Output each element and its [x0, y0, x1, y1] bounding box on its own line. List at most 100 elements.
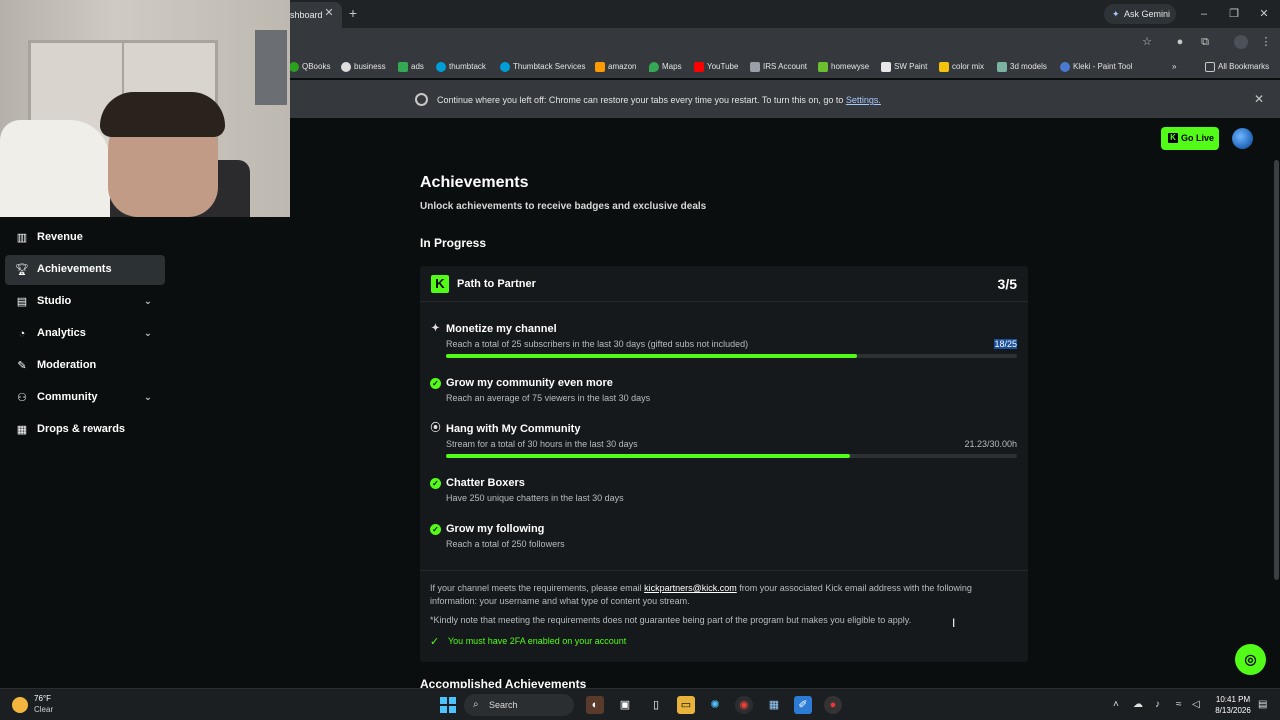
gemini-icon: ✦ [1112, 9, 1120, 19]
tray-overflow-icon[interactable]: ˄ [1113, 699, 1119, 710]
system-clock[interactable]: 10:41 PM 8/13/2026 [1213, 694, 1253, 716]
menu-icon[interactable]: ⋮ [1259, 35, 1273, 49]
settings-link[interactable]: Settings. [846, 95, 881, 105]
go-live-button[interactable]: K Go Live [1161, 127, 1219, 150]
file-explorer-icon[interactable]: ▭ [677, 696, 695, 714]
task-description: Have 250 unique chatters in the last 30 … [446, 493, 624, 503]
clock-date: 8/13/2026 [1215, 706, 1251, 715]
wrench-icon: ✎ [17, 360, 27, 372]
paint-app-icon[interactable]: ✐ [794, 696, 812, 714]
restore-icon[interactable]: ❐ [1226, 6, 1242, 22]
bookmark-favicon-icon [939, 62, 949, 72]
bookmark-item[interactable]: business [341, 61, 386, 75]
support-chat-button[interactable]: ◎ [1235, 644, 1266, 675]
profile-avatar[interactable] [1234, 35, 1248, 49]
bookmark-item[interactable]: thumbtack [436, 61, 486, 75]
puzzle-icon[interactable]: ⧉ [1198, 35, 1212, 49]
webcam-poster [255, 30, 287, 105]
partner-email-link[interactable]: kickpartners@kick.com [644, 583, 737, 593]
start-menu-icon[interactable] [440, 697, 456, 713]
wifi-icon[interactable]: ≈ [1176, 699, 1182, 710]
card-title: Path to Partner [457, 278, 536, 290]
sidebar-item-revenue[interactable]: ▥ Revenue [5, 223, 165, 253]
bookmark-favicon-icon [750, 62, 760, 72]
check-icon: ✓ [430, 636, 440, 648]
taskbar-search[interactable]: ⌕ Search [464, 694, 574, 716]
broadcast-icon: ⦿ [430, 423, 441, 434]
sidebar-item-drops-rewards[interactable]: ▦ Drops & rewards [5, 415, 165, 445]
bookmark-label: SW Paint [894, 62, 928, 71]
path-to-partner-card: K Path to Partner 3/5 ✦ Monetize my chan… [420, 266, 1028, 662]
bookmark-item[interactable]: IRS Account [750, 61, 807, 75]
calculator-icon[interactable]: ▦ [765, 696, 783, 714]
sidebar-item-label: Community [37, 391, 98, 403]
bookmark-label: ads [411, 62, 424, 71]
folder-icon [1205, 62, 1215, 72]
volume-icon[interactable]: ◁ [1192, 699, 1200, 710]
search-label: Search [489, 700, 518, 710]
sidebar-item-analytics[interactable]: ◔ Analytics ⌄ [5, 319, 165, 349]
widget-icon[interactable]: ◐ [586, 696, 604, 714]
all-bookmarks[interactable]: All Bookmarks [1205, 61, 1269, 75]
bookmark-item[interactable]: amazon [595, 61, 636, 75]
bookmark-label: QBooks [302, 62, 331, 71]
minimize-icon[interactable]: – [1196, 6, 1212, 22]
task-description: Reach a total of 250 followers [446, 539, 565, 549]
kick-icon: K [1168, 133, 1178, 143]
bookmark-item[interactable]: ads [398, 61, 424, 75]
sidebar-item-achievements[interactable]: 🏆︎ Achievements [5, 255, 165, 285]
bookmark-star-icon[interactable]: ☆ [1140, 35, 1154, 49]
bookmark-item[interactable]: color mix [939, 61, 984, 75]
sidebar-item-moderation[interactable]: ✎ Moderation [5, 351, 165, 381]
kick-logo-icon: K [431, 275, 449, 293]
trophy-icon: 🏆︎ [15, 264, 29, 276]
webcam-bed [0, 120, 110, 217]
extension-icon[interactable]: ● [1173, 35, 1187, 49]
progress-track [446, 454, 1017, 458]
infobar-close-icon[interactable]: ✕ [1252, 92, 1266, 106]
search-icon: ⌕ [473, 699, 479, 710]
avatar[interactable] [1232, 128, 1253, 149]
bookmark-item[interactable]: QBooks [289, 61, 330, 75]
bookmark-label: amazon [608, 62, 637, 71]
chart-icon: ▥ [16, 232, 28, 244]
infobar-message: Continue where you left off: Chrome can … [437, 95, 881, 105]
app-icon[interactable]: ✺ [706, 696, 724, 714]
bookmark-item[interactable]: Maps [649, 61, 682, 75]
task-view-icon[interactable]: ▣ [616, 696, 634, 714]
bookmark-item[interactable]: homewyse [818, 61, 869, 75]
bookmarks-overflow-icon[interactable]: » [1172, 61, 1176, 75]
tab-close-icon[interactable]: ✕ [322, 6, 336, 20]
bookmark-item[interactable]: YouTube [694, 61, 738, 75]
chrome-icon [415, 93, 428, 106]
ask-gemini-button[interactable]: ✦ Ask Gemini [1104, 4, 1176, 24]
sidebar-item-community[interactable]: ⚇ Community ⌄ [5, 383, 165, 413]
sidebar-item-label: Achievements [37, 263, 112, 275]
weather-moon-icon[interactable] [12, 697, 28, 713]
bookmark-favicon-icon [289, 62, 299, 72]
bookmark-item[interactable]: SW Paint [881, 61, 927, 75]
sidebar-item-label: Studio [37, 295, 72, 307]
close-window-icon[interactable]: ✕ [1256, 6, 1272, 22]
bookmark-favicon-icon [398, 62, 408, 72]
analytics-icon: ◔ [18, 328, 26, 340]
notification-icon[interactable]: ▤ [1258, 699, 1267, 710]
bookmark-item[interactable]: 3d models [997, 61, 1047, 75]
clock-time: 10:41 PM [1215, 695, 1251, 704]
new-tab-icon[interactable]: + [345, 5, 361, 21]
bookmark-favicon-icon [649, 62, 659, 72]
cloud-sync-icon[interactable]: ☁ [1133, 699, 1143, 710]
microphone-icon[interactable]: ♪ [1155, 699, 1160, 710]
task-description: Stream for a total of 30 hours in the la… [446, 439, 638, 449]
chrome-taskbar-icon[interactable]: ◉ [735, 696, 753, 714]
chevron-down-icon[interactable]: ⌄ [141, 391, 155, 405]
chevron-down-icon[interactable]: ⌄ [141, 295, 155, 309]
page-scrollbar[interactable] [1274, 160, 1279, 580]
obs-icon[interactable]: ● [824, 696, 842, 714]
bookmark-item[interactable]: Kleki - Paint Tool [1060, 61, 1132, 75]
bookmark-item[interactable]: Thumbtack Services [500, 61, 585, 75]
sidebar-item-studio[interactable]: ▤ Studio ⌄ [5, 287, 165, 317]
eligibility-note: *Kindly note that meeting the requiremen… [430, 615, 912, 625]
notepad-icon[interactable]: ▯ [647, 696, 665, 714]
chevron-down-icon[interactable]: ⌄ [141, 327, 155, 341]
